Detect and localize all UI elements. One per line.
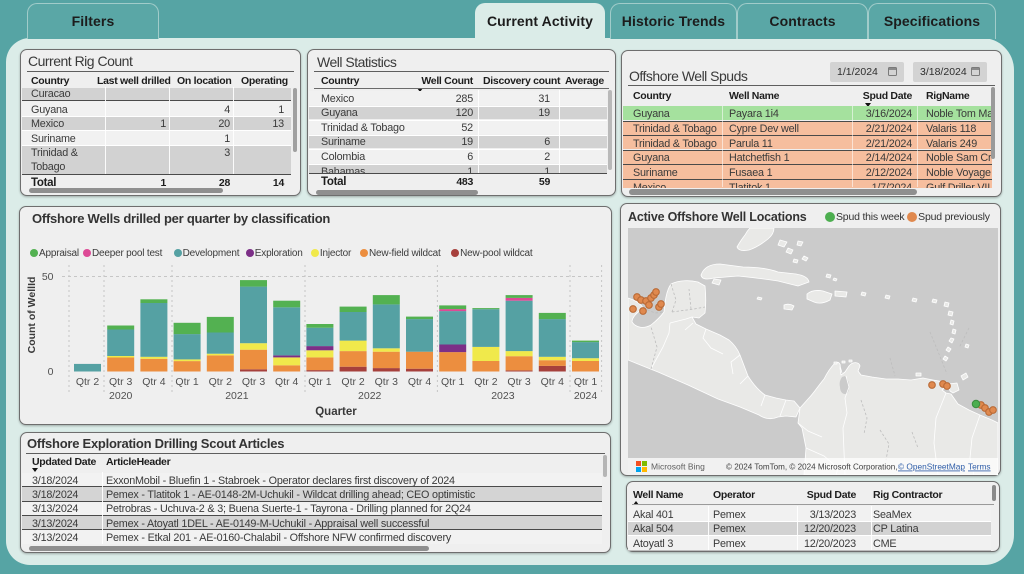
svg-text:Qtr 4: Qtr 4 <box>541 376 564 388</box>
svg-text:Qtr 1: Qtr 1 <box>441 376 464 388</box>
svg-text:Qtr 2: Qtr 2 <box>209 376 232 388</box>
svg-text:Qtr 4: Qtr 4 <box>142 376 165 388</box>
svg-text:Terms: Terms <box>968 462 991 472</box>
svg-text:50: 50 <box>42 271 54 283</box>
svg-text:Count of WellId: Count of WellId <box>26 277 38 354</box>
svg-text:2024: 2024 <box>574 390 598 402</box>
svg-text:Qtr 1: Qtr 1 <box>574 376 597 388</box>
svg-text:Qtr 3: Qtr 3 <box>242 376 265 388</box>
svg-text:Qtr 2: Qtr 2 <box>76 376 99 388</box>
svg-text:Qtr 1: Qtr 1 <box>175 376 198 388</box>
svg-text:Qtr 4: Qtr 4 <box>275 376 298 388</box>
svg-text:2020: 2020 <box>109 390 133 402</box>
svg-text:2021: 2021 <box>225 390 249 402</box>
svg-text:0: 0 <box>48 366 54 378</box>
svg-text:Quarter: Quarter <box>315 406 357 418</box>
svg-text:2023: 2023 <box>491 390 515 402</box>
svg-text:Qtr 3: Qtr 3 <box>375 376 398 388</box>
svg-text:Qtr 3: Qtr 3 <box>507 376 530 388</box>
svg-text:© OpenStreetMap: © OpenStreetMap <box>898 462 965 472</box>
svg-text:2022: 2022 <box>358 390 382 402</box>
svg-text:Qtr 1: Qtr 1 <box>308 376 331 388</box>
svg-text:© 2024 TomTom, © 2024 Microsof: © 2024 TomTom, © 2024 Microsoft Corporat… <box>726 463 897 472</box>
svg-text:Qtr 2: Qtr 2 <box>341 376 364 388</box>
svg-text:Qtr 3: Qtr 3 <box>109 376 132 388</box>
svg-text:Qtr 2: Qtr 2 <box>474 376 497 388</box>
svg-text:Qtr 4: Qtr 4 <box>408 376 431 388</box>
svg-text:Microsoft Bing: Microsoft Bing <box>651 462 705 472</box>
